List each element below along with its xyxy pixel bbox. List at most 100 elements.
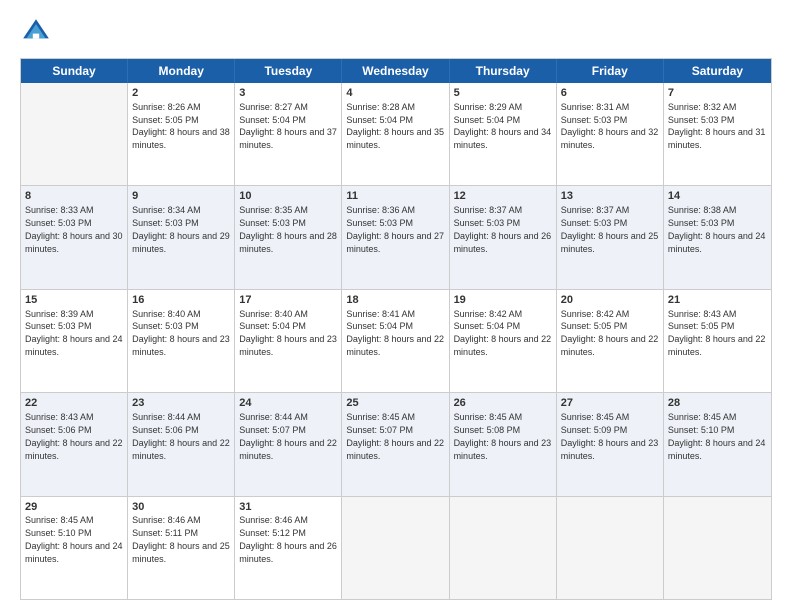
calendar-cell [21,83,128,185]
day-number: 17 [239,293,337,308]
day-number: 13 [561,189,659,204]
day-number: 20 [561,293,659,308]
calendar-cell: 13Sunrise: 8:37 AMSunset: 5:03 PMDayligh… [557,186,664,288]
day-number: 11 [346,189,444,204]
cell-info: Sunrise: 8:33 AMSunset: 5:03 PMDaylight:… [25,205,123,253]
day-header-friday: Friday [557,59,664,83]
calendar-cell: 24Sunrise: 8:44 AMSunset: 5:07 PMDayligh… [235,393,342,495]
cell-info: Sunrise: 8:31 AMSunset: 5:03 PMDaylight:… [561,102,659,150]
day-number: 10 [239,189,337,204]
day-header-monday: Monday [128,59,235,83]
cell-info: Sunrise: 8:46 AMSunset: 5:12 PMDaylight:… [239,515,337,563]
calendar-cell: 27Sunrise: 8:45 AMSunset: 5:09 PMDayligh… [557,393,664,495]
cell-info: Sunrise: 8:34 AMSunset: 5:03 PMDaylight:… [132,205,230,253]
calendar-cell: 29Sunrise: 8:45 AMSunset: 5:10 PMDayligh… [21,497,128,599]
day-number: 16 [132,293,230,308]
cell-info: Sunrise: 8:29 AMSunset: 5:04 PMDaylight:… [454,102,552,150]
day-number: 5 [454,86,552,101]
day-number: 3 [239,86,337,101]
calendar-cell: 26Sunrise: 8:45 AMSunset: 5:08 PMDayligh… [450,393,557,495]
cell-info: Sunrise: 8:28 AMSunset: 5:04 PMDaylight:… [346,102,444,150]
cell-info: Sunrise: 8:27 AMSunset: 5:04 PMDaylight:… [239,102,337,150]
day-number: 12 [454,189,552,204]
day-number: 18 [346,293,444,308]
day-header-thursday: Thursday [450,59,557,83]
calendar-cell: 25Sunrise: 8:45 AMSunset: 5:07 PMDayligh… [342,393,449,495]
cell-info: Sunrise: 8:35 AMSunset: 5:03 PMDaylight:… [239,205,337,253]
day-number: 28 [668,396,767,411]
calendar-cell: 21Sunrise: 8:43 AMSunset: 5:05 PMDayligh… [664,290,771,392]
calendar-cell: 8Sunrise: 8:33 AMSunset: 5:03 PMDaylight… [21,186,128,288]
calendar-cell: 16Sunrise: 8:40 AMSunset: 5:03 PMDayligh… [128,290,235,392]
calendar-cell [342,497,449,599]
cell-info: Sunrise: 8:40 AMSunset: 5:04 PMDaylight:… [239,309,337,357]
day-number: 24 [239,396,337,411]
day-number: 2 [132,86,230,101]
calendar-page: SundayMondayTuesdayWednesdayThursdayFrid… [0,0,792,612]
day-number: 25 [346,396,444,411]
cell-info: Sunrise: 8:37 AMSunset: 5:03 PMDaylight:… [454,205,552,253]
cell-info: Sunrise: 8:44 AMSunset: 5:06 PMDaylight:… [132,412,230,460]
calendar-cell: 30Sunrise: 8:46 AMSunset: 5:11 PMDayligh… [128,497,235,599]
cell-info: Sunrise: 8:42 AMSunset: 5:04 PMDaylight:… [454,309,552,357]
day-number: 29 [25,500,123,515]
logo [20,16,56,48]
logo-icon [20,16,52,48]
day-number: 14 [668,189,767,204]
calendar-cell: 9Sunrise: 8:34 AMSunset: 5:03 PMDaylight… [128,186,235,288]
day-number: 19 [454,293,552,308]
cell-info: Sunrise: 8:37 AMSunset: 5:03 PMDaylight:… [561,205,659,253]
day-number: 31 [239,500,337,515]
calendar-cell: 22Sunrise: 8:43 AMSunset: 5:06 PMDayligh… [21,393,128,495]
day-header-sunday: Sunday [21,59,128,83]
calendar-row-3: 15Sunrise: 8:39 AMSunset: 5:03 PMDayligh… [21,289,771,392]
day-number: 9 [132,189,230,204]
cell-info: Sunrise: 8:45 AMSunset: 5:08 PMDaylight:… [454,412,552,460]
cell-info: Sunrise: 8:40 AMSunset: 5:03 PMDaylight:… [132,309,230,357]
day-number: 22 [25,396,123,411]
calendar-cell: 23Sunrise: 8:44 AMSunset: 5:06 PMDayligh… [128,393,235,495]
cell-info: Sunrise: 8:32 AMSunset: 5:03 PMDaylight:… [668,102,766,150]
day-number: 4 [346,86,444,101]
calendar-header: SundayMondayTuesdayWednesdayThursdayFrid… [21,59,771,83]
calendar-cell [557,497,664,599]
cell-info: Sunrise: 8:36 AMSunset: 5:03 PMDaylight:… [346,205,444,253]
day-number: 7 [668,86,767,101]
cell-info: Sunrise: 8:42 AMSunset: 5:05 PMDaylight:… [561,309,659,357]
day-number: 23 [132,396,230,411]
cell-info: Sunrise: 8:44 AMSunset: 5:07 PMDaylight:… [239,412,337,460]
calendar-body: 2Sunrise: 8:26 AMSunset: 5:05 PMDaylight… [21,83,771,599]
cell-info: Sunrise: 8:45 AMSunset: 5:10 PMDaylight:… [25,515,123,563]
calendar-cell [450,497,557,599]
calendar-cell: 20Sunrise: 8:42 AMSunset: 5:05 PMDayligh… [557,290,664,392]
calendar-cell: 11Sunrise: 8:36 AMSunset: 5:03 PMDayligh… [342,186,449,288]
day-number: 21 [668,293,767,308]
cell-info: Sunrise: 8:26 AMSunset: 5:05 PMDaylight:… [132,102,230,150]
cell-info: Sunrise: 8:39 AMSunset: 5:03 PMDaylight:… [25,309,123,357]
calendar-cell: 4Sunrise: 8:28 AMSunset: 5:04 PMDaylight… [342,83,449,185]
calendar-cell: 19Sunrise: 8:42 AMSunset: 5:04 PMDayligh… [450,290,557,392]
cell-info: Sunrise: 8:41 AMSunset: 5:04 PMDaylight:… [346,309,444,357]
day-header-wednesday: Wednesday [342,59,449,83]
cell-info: Sunrise: 8:45 AMSunset: 5:07 PMDaylight:… [346,412,444,460]
calendar-cell: 3Sunrise: 8:27 AMSunset: 5:04 PMDaylight… [235,83,342,185]
cell-info: Sunrise: 8:43 AMSunset: 5:06 PMDaylight:… [25,412,123,460]
calendar-cell: 28Sunrise: 8:45 AMSunset: 5:10 PMDayligh… [664,393,771,495]
calendar-cell: 2Sunrise: 8:26 AMSunset: 5:05 PMDaylight… [128,83,235,185]
day-number: 26 [454,396,552,411]
header [20,16,772,48]
calendar-cell: 10Sunrise: 8:35 AMSunset: 5:03 PMDayligh… [235,186,342,288]
calendar-cell: 6Sunrise: 8:31 AMSunset: 5:03 PMDaylight… [557,83,664,185]
calendar-cell: 12Sunrise: 8:37 AMSunset: 5:03 PMDayligh… [450,186,557,288]
calendar-cell: 15Sunrise: 8:39 AMSunset: 5:03 PMDayligh… [21,290,128,392]
calendar-cell: 14Sunrise: 8:38 AMSunset: 5:03 PMDayligh… [664,186,771,288]
calendar-cell [664,497,771,599]
calendar-row-4: 22Sunrise: 8:43 AMSunset: 5:06 PMDayligh… [21,392,771,495]
day-number: 27 [561,396,659,411]
cell-info: Sunrise: 8:38 AMSunset: 5:03 PMDaylight:… [668,205,766,253]
cell-info: Sunrise: 8:43 AMSunset: 5:05 PMDaylight:… [668,309,766,357]
calendar-row-1: 2Sunrise: 8:26 AMSunset: 5:05 PMDaylight… [21,83,771,185]
calendar-row-5: 29Sunrise: 8:45 AMSunset: 5:10 PMDayligh… [21,496,771,599]
day-number: 6 [561,86,659,101]
calendar-row-2: 8Sunrise: 8:33 AMSunset: 5:03 PMDaylight… [21,185,771,288]
